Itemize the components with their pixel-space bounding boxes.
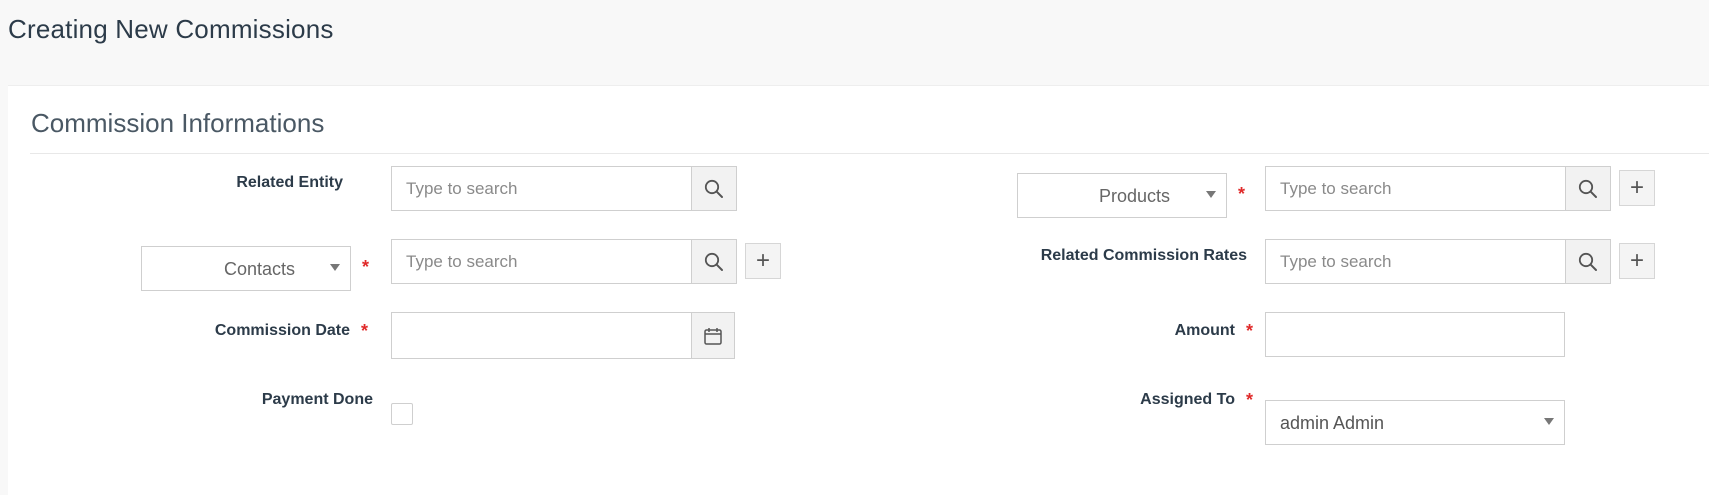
- caret-down-icon: [1206, 191, 1216, 198]
- products-select-value: Products: [1099, 186, 1171, 206]
- assigned-to-label: Assigned To: [1140, 391, 1235, 408]
- calendar-icon: [704, 327, 722, 345]
- section-title: Commission Informations: [31, 108, 325, 138]
- contacts-search-button[interactable]: [691, 239, 737, 284]
- section-divider: [30, 153, 1709, 154]
- products-search-input[interactable]: [1265, 166, 1567, 211]
- commission-date-required-mark: *: [361, 321, 369, 341]
- amount-input[interactable]: [1265, 312, 1565, 357]
- commission-form-card: Commission Informations Related Entity P…: [8, 85, 1709, 495]
- caret-down-icon: [330, 264, 340, 271]
- payment-done-checkbox[interactable]: [391, 403, 413, 425]
- page-title: Creating New Commissions: [8, 14, 334, 44]
- plus-icon: +: [1629, 247, 1644, 274]
- contacts-required-mark: *: [362, 257, 370, 277]
- assigned-to-required-mark: *: [1246, 390, 1254, 410]
- related-commission-rates-add-button[interactable]: +: [1619, 243, 1655, 279]
- amount-label: Amount: [1174, 322, 1235, 339]
- amount-required-mark: *: [1246, 321, 1254, 341]
- search-icon: [1578, 252, 1597, 271]
- related-entity-label: Related Entity: [236, 174, 343, 191]
- search-icon: [704, 252, 723, 271]
- commission-date-input[interactable]: [391, 312, 693, 359]
- payment-done-label: Payment Done: [261, 391, 373, 408]
- plus-icon: +: [755, 247, 770, 274]
- products-required-mark: *: [1238, 184, 1246, 204]
- commission-date-calendar-button[interactable]: [691, 312, 735, 359]
- caret-down-icon: [1544, 418, 1554, 425]
- contacts-select-value: Contacts: [224, 259, 296, 279]
- contacts-select[interactable]: Contacts: [141, 246, 351, 291]
- commission-date-label: Commission Date: [214, 322, 350, 339]
- products-search-button[interactable]: [1565, 166, 1611, 211]
- contacts-add-button[interactable]: +: [745, 243, 781, 279]
- assigned-to-select-value: admin Admin: [1280, 413, 1385, 433]
- plus-icon: +: [1629, 174, 1644, 201]
- products-select[interactable]: Products: [1017, 173, 1227, 218]
- related-commission-rates-search-input[interactable]: [1265, 239, 1567, 284]
- search-icon: [704, 179, 723, 198]
- related-entity-search-button[interactable]: [691, 166, 737, 211]
- products-add-button[interactable]: +: [1619, 170, 1655, 206]
- search-icon: [1578, 179, 1597, 198]
- assigned-to-select[interactable]: admin Admin: [1265, 400, 1565, 445]
- related-entity-search-input[interactable]: [391, 166, 693, 211]
- related-commission-rates-search-button[interactable]: [1565, 239, 1611, 284]
- contacts-search-input[interactable]: [391, 239, 693, 284]
- related-commission-rates-label: Related Commission Rates: [1040, 247, 1247, 264]
